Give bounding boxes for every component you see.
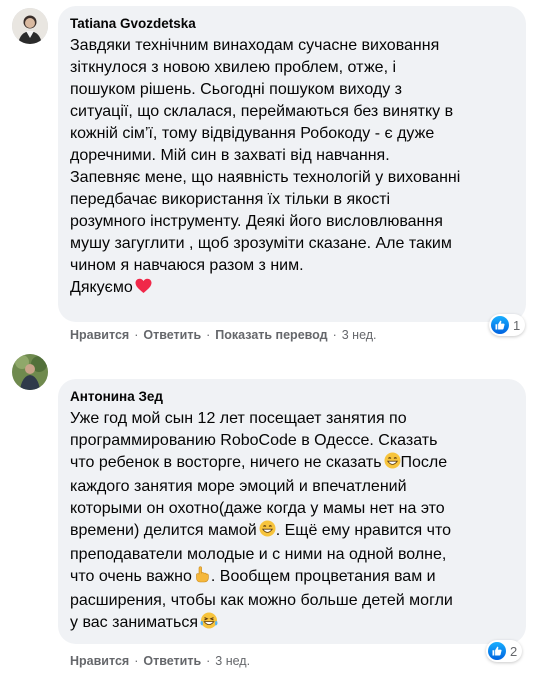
comment-author[interactable]: Tatiana Gvozdetska	[70, 15, 514, 33]
comment-actions: Нравится · Ответить · 3 нед.	[70, 653, 250, 669]
comment-text: Уже год мой сын 12 лет посещает занятия …	[70, 408, 514, 636]
separator-dot: ·	[206, 654, 211, 668]
like-link[interactable]: Нравится	[70, 654, 129, 668]
comment-line-text: . Вообщем процветания вам и	[210, 568, 436, 585]
comment-line: мушу загуглити , щоб зрозуміти сказане. …	[70, 235, 452, 252]
comment-line-text: После	[400, 454, 448, 471]
comment-line-text: у вас заниматься	[70, 614, 198, 631]
comment-line: чином я навчаюся разом з ним.	[70, 257, 304, 274]
comment-line: Дякуємо	[70, 277, 514, 301]
comment-line: что очень важно . Вообщем процветания вам…	[70, 566, 514, 590]
grin-emoji	[384, 452, 401, 476]
comment-line: пошуком рішень. Сьогодні пошуком виходу …	[70, 81, 403, 98]
separator-dot: ·	[134, 328, 139, 342]
reaction-summary[interactable]: 1	[489, 314, 526, 336]
comment-line-text: . Ещё ему нравится что	[275, 522, 452, 539]
laughing-emoji	[200, 612, 218, 636]
comment-timestamp[interactable]: 3 нед.	[215, 654, 250, 668]
comment-line-text: что очень важно	[70, 568, 192, 585]
pointing-hand-emoji	[194, 566, 211, 590]
comment-line-text: что ребенок в восторге, ничего не сказат…	[70, 454, 382, 471]
comment-line: Завдяки технічним винаходам сучасне вихо…	[70, 37, 440, 54]
comment-line: у вас заниматься	[70, 612, 514, 636]
like-reaction-icon	[491, 316, 509, 334]
translate-link[interactable]: Показать перевод	[215, 328, 327, 342]
comment-line: Запевняє мене, що наявність технологій у…	[70, 169, 461, 186]
comment-text: Завдяки технічним винаходам сучасне вихо…	[70, 35, 514, 301]
comment-line: каждого занятия море эмоций и впечатлени…	[70, 478, 407, 495]
comment-actions: Нравится · Ответить · Показать перевод · 3 нед…	[70, 327, 377, 343]
comment-line: зіткнулося з новою хвилею проблем, отже,…	[70, 59, 397, 76]
comment-line: времени) делится мамой . Ещё ему нравится…	[70, 520, 514, 544]
comment-line-text: Дякуємо	[70, 279, 133, 296]
comment-line: преподаватели молодые и с ними на одной …	[70, 546, 447, 563]
comment-line: что ребенок в восторге, ничего не сказат…	[70, 452, 514, 476]
reply-link[interactable]: Ответить	[143, 328, 201, 342]
like-reaction-icon	[488, 642, 506, 660]
comment-line: кожній сім’ї, тому відвідування Робокоду…	[70, 125, 435, 142]
comment-line: программированию RoboCode в Одессе. Сказ…	[70, 432, 438, 449]
comment-line: которыми он охотно(даже когда у мамы нет…	[70, 500, 445, 517]
separator-dot: ·	[134, 654, 139, 668]
avatar[interactable]	[12, 354, 48, 390]
comment-line: расширения, чтобы как можно больше детей…	[70, 592, 453, 609]
reaction-summary[interactable]: 2	[486, 640, 523, 662]
comment-line: доречними. Мій син в захваті від навчанн…	[70, 147, 390, 164]
separator-dot: ·	[206, 328, 211, 342]
avatar[interactable]	[12, 8, 48, 44]
comment-line-text: времени) делится мамой	[70, 522, 257, 539]
comment-bubble: Антонина Зед Уже год мой сын 12 лет посе…	[58, 379, 526, 644]
heart-emoji	[135, 278, 152, 301]
comment-bubble: Tatiana Gvozdetska Завдяки технічним вин…	[58, 6, 526, 322]
grin-emoji	[259, 520, 276, 544]
comment-line: передбачає використання їх тільки в якос…	[70, 191, 391, 208]
reaction-count: 2	[510, 643, 518, 659]
comment-timestamp[interactable]: 3 нед.	[342, 328, 377, 342]
separator-dot: ·	[332, 328, 337, 342]
comment-line: Уже год мой сын 12 лет посещает занятия …	[70, 410, 407, 427]
comment-line: розумного інструменту. Деякі його вислов…	[70, 213, 443, 230]
reply-link[interactable]: Ответить	[143, 654, 201, 668]
comment-author[interactable]: Антонина Зед	[70, 388, 514, 406]
like-link[interactable]: Нравится	[70, 328, 129, 342]
reaction-count: 1	[513, 317, 521, 333]
comment-line: ситуації, що склалася, переймаються без …	[70, 103, 454, 120]
